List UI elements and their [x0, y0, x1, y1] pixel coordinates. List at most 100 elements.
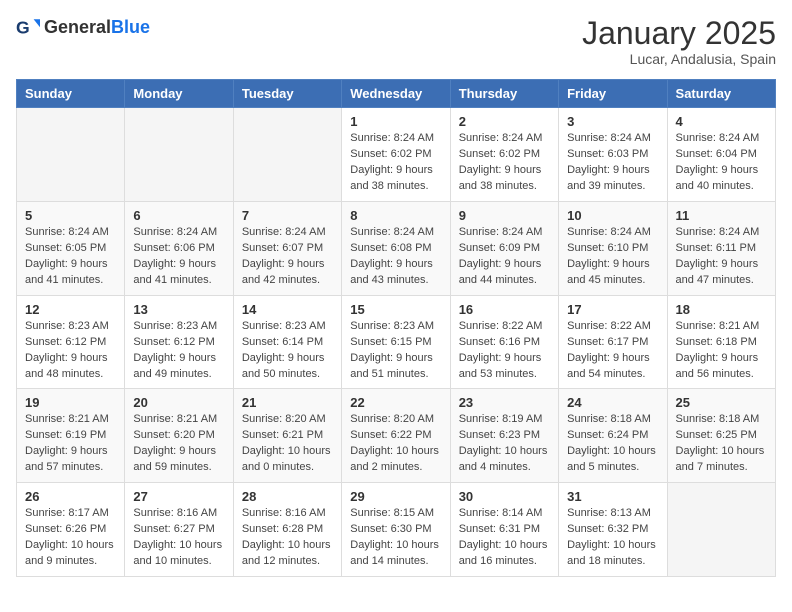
svg-text:G: G	[16, 18, 30, 38]
calendar-week-row: 19 Sunrise: 8:21 AM Sunset: 6:19 PM Dayli…	[17, 389, 776, 483]
calendar-cell: 8Sunrise: 8:24 AM Sunset: 6:08 PM Daylig…	[342, 201, 450, 295]
calendar-cell	[125, 108, 233, 202]
logo-icon: G	[16, 16, 40, 40]
calendar-cell: 22 Sunrise: 8:20 AM Sunset: 6:22 PM Dayli…	[342, 389, 450, 483]
weekday-header: Friday	[559, 80, 667, 108]
calendar-cell: 7 Sunrise: 8:24 AM Sunset: 6:07 PM Daylig…	[233, 201, 341, 295]
calendar-week-row: 12 Sunrise: 8:23 AM Sunset: 6:12 PM Dayli…	[17, 295, 776, 389]
calendar-cell: 26Sunrise: 8:17 AM Sunset: 6:26 PM Dayli…	[17, 483, 125, 577]
weekday-header: Monday	[125, 80, 233, 108]
day-number: 14	[242, 302, 333, 317]
day-number: 1	[350, 114, 441, 129]
day-number: 29	[350, 489, 441, 504]
calendar-cell: 17 Sunrise: 8:22 AM Sunset: 6:17 PM Dayli…	[559, 295, 667, 389]
calendar-cell: 21 Sunrise: 8:20 AM Sunset: 6:21 PM Dayli…	[233, 389, 341, 483]
day-number: 26	[25, 489, 116, 504]
day-info: Sunrise: 8:23 AM Sunset: 6:12 PM Dayligh…	[25, 319, 116, 383]
day-number: 7	[242, 208, 333, 223]
day-number: 10	[567, 208, 658, 223]
weekday-header: Thursday	[450, 80, 558, 108]
day-number: 22	[350, 395, 441, 410]
day-number: 6	[133, 208, 224, 223]
day-number: 2	[459, 114, 550, 129]
day-number: 27	[133, 489, 224, 504]
calendar-cell: 5 Sunrise: 8:24 AM Sunset: 6:05 PM Daylig…	[17, 201, 125, 295]
day-info: Sunrise: 8:24 AM Sunset: 6:02 PM Dayligh…	[459, 131, 550, 195]
day-number: 20	[133, 395, 224, 410]
day-number: 30	[459, 489, 550, 504]
day-info: Sunrise: 8:24 AM Sunset: 6:11 PM Dayligh…	[676, 225, 767, 289]
calendar-cell	[667, 483, 775, 577]
day-info: Sunrise: 8:21 AM Sunset: 6:18 PM Dayligh…	[676, 319, 767, 383]
calendar-cell: 28Sunrise: 8:16 AM Sunset: 6:28 PM Dayli…	[233, 483, 341, 577]
page-header: G GeneralBlue January 2025 Lucar, Andalu…	[16, 16, 776, 67]
day-number: 23	[459, 395, 550, 410]
day-info: Sunrise: 8:24 AM Sunset: 6:04 PM Dayligh…	[676, 131, 767, 195]
calendar-cell: 2 Sunrise: 8:24 AM Sunset: 6:02 PM Daylig…	[450, 108, 558, 202]
day-info: Sunrise: 8:19 AM Sunset: 6:23 PM Dayligh…	[459, 412, 550, 476]
day-number: 18	[676, 302, 767, 317]
day-info: Sunrise: 8:18 AM Sunset: 6:24 PM Dayligh…	[567, 412, 658, 476]
calendar-cell: 10 Sunrise: 8:24 AM Sunset: 6:10 PM Dayli…	[559, 201, 667, 295]
weekday-header-row: SundayMondayTuesdayWednesdayThursdayFrid…	[17, 80, 776, 108]
logo: G GeneralBlue	[16, 16, 150, 40]
day-info: Sunrise: 8:23 AM Sunset: 6:15 PM Dayligh…	[350, 319, 441, 383]
day-number: 24	[567, 395, 658, 410]
month-title: January 2025	[582, 16, 776, 51]
day-info: Sunrise: 8:18 AM Sunset: 6:25 PM Dayligh…	[676, 412, 767, 476]
calendar-table: SundayMondayTuesdayWednesdayThursdayFrid…	[16, 79, 776, 577]
day-info: Sunrise: 8:21 AM Sunset: 6:20 PM Dayligh…	[133, 412, 224, 476]
day-number: 21	[242, 395, 333, 410]
day-number: 12	[25, 302, 116, 317]
calendar-cell: 30Sunrise: 8:14 AM Sunset: 6:31 PM Dayli…	[450, 483, 558, 577]
day-number: 17	[567, 302, 658, 317]
logo-general: General	[44, 17, 111, 37]
calendar-cell: 16Sunrise: 8:22 AM Sunset: 6:16 PM Dayli…	[450, 295, 558, 389]
day-info: Sunrise: 8:24 AM Sunset: 6:02 PM Dayligh…	[350, 131, 441, 195]
day-info: Sunrise: 8:24 AM Sunset: 6:06 PM Dayligh…	[133, 225, 224, 289]
weekday-header: Sunday	[17, 80, 125, 108]
calendar-cell: 24 Sunrise: 8:18 AM Sunset: 6:24 PM Dayli…	[559, 389, 667, 483]
calendar-cell: 25 Sunrise: 8:18 AM Sunset: 6:25 PM Dayli…	[667, 389, 775, 483]
day-info: Sunrise: 8:24 AM Sunset: 6:05 PM Dayligh…	[25, 225, 116, 289]
calendar-week-row: 1 Sunrise: 8:24 AM Sunset: 6:02 PM Daylig…	[17, 108, 776, 202]
calendar-cell: 19 Sunrise: 8:21 AM Sunset: 6:19 PM Dayli…	[17, 389, 125, 483]
calendar-cell: 23 Sunrise: 8:19 AM Sunset: 6:23 PM Dayli…	[450, 389, 558, 483]
day-number: 15	[350, 302, 441, 317]
day-number: 25	[676, 395, 767, 410]
logo-blue: Blue	[111, 17, 150, 37]
day-info: Sunrise: 8:15 AM Sunset: 6:30 PM Dayligh…	[350, 506, 441, 570]
title-block: January 2025 Lucar, Andalusia, Spain	[582, 16, 776, 67]
calendar-cell: 18 Sunrise: 8:21 AM Sunset: 6:18 PM Dayli…	[667, 295, 775, 389]
calendar-cell: 4 Sunrise: 8:24 AM Sunset: 6:04 PM Daylig…	[667, 108, 775, 202]
day-number: 13	[133, 302, 224, 317]
day-info: Sunrise: 8:24 AM Sunset: 6:07 PM Dayligh…	[242, 225, 333, 289]
weekday-header: Wednesday	[342, 80, 450, 108]
day-number: 19	[25, 395, 116, 410]
calendar-cell: 31Sunrise: 8:13 AM Sunset: 6:32 PM Dayli…	[559, 483, 667, 577]
day-number: 3	[567, 114, 658, 129]
calendar-cell: 6 Sunrise: 8:24 AM Sunset: 6:06 PM Daylig…	[125, 201, 233, 295]
day-info: Sunrise: 8:23 AM Sunset: 6:14 PM Dayligh…	[242, 319, 333, 383]
day-info: Sunrise: 8:16 AM Sunset: 6:28 PM Dayligh…	[242, 506, 333, 570]
day-number: 11	[676, 208, 767, 223]
day-info: Sunrise: 8:16 AM Sunset: 6:27 PM Dayligh…	[133, 506, 224, 570]
calendar-cell: 9Sunrise: 8:24 AM Sunset: 6:09 PM Daylig…	[450, 201, 558, 295]
day-number: 5	[25, 208, 116, 223]
calendar-cell: 15 Sunrise: 8:23 AM Sunset: 6:15 PM Dayli…	[342, 295, 450, 389]
day-info: Sunrise: 8:22 AM Sunset: 6:17 PM Dayligh…	[567, 319, 658, 383]
calendar-cell: 12 Sunrise: 8:23 AM Sunset: 6:12 PM Dayli…	[17, 295, 125, 389]
day-info: Sunrise: 8:24 AM Sunset: 6:10 PM Dayligh…	[567, 225, 658, 289]
day-info: Sunrise: 8:20 AM Sunset: 6:21 PM Dayligh…	[242, 412, 333, 476]
calendar-week-row: 26Sunrise: 8:17 AM Sunset: 6:26 PM Dayli…	[17, 483, 776, 577]
day-info: Sunrise: 8:21 AM Sunset: 6:19 PM Dayligh…	[25, 412, 116, 476]
calendar-week-row: 5 Sunrise: 8:24 AM Sunset: 6:05 PM Daylig…	[17, 201, 776, 295]
calendar-cell: 3Sunrise: 8:24 AM Sunset: 6:03 PM Daylig…	[559, 108, 667, 202]
day-number: 4	[676, 114, 767, 129]
location: Lucar, Andalusia, Spain	[582, 51, 776, 67]
day-info: Sunrise: 8:20 AM Sunset: 6:22 PM Dayligh…	[350, 412, 441, 476]
weekday-header: Saturday	[667, 80, 775, 108]
calendar-cell: 29 Sunrise: 8:15 AM Sunset: 6:30 PM Dayli…	[342, 483, 450, 577]
calendar-cell	[233, 108, 341, 202]
day-info: Sunrise: 8:24 AM Sunset: 6:09 PM Dayligh…	[459, 225, 550, 289]
